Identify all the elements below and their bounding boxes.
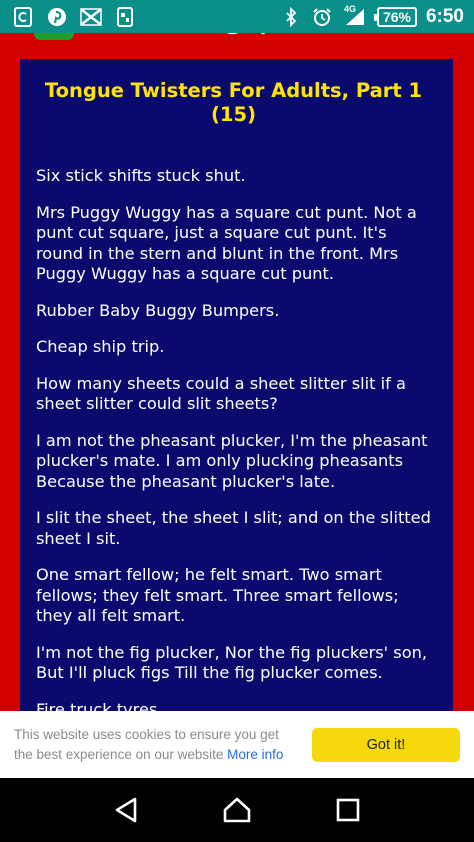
- alarm-icon: [311, 7, 333, 27]
- article-title: Tongue Twisters For Adults, Part 1 (15): [44, 79, 423, 126]
- signal-icon: 4G: [342, 3, 368, 27]
- network-type: 4G: [343, 3, 356, 14]
- ccleaner-icon: [12, 6, 34, 27]
- list-item: I slit the sheet, the sheet I slit; and …: [36, 508, 431, 548]
- more-info-link[interactable]: More info: [227, 747, 283, 762]
- cookie-message: This website uses cookies to ensure you …: [14, 725, 299, 765]
- site-header: [0, 33, 474, 43]
- back-icon[interactable]: [106, 790, 146, 830]
- messenger-icon: [80, 7, 102, 27]
- pinterest-icon: [46, 7, 68, 27]
- clock: 6:50: [425, 5, 464, 27]
- notification-icons: [12, 6, 136, 27]
- list-item: One smart fellow; he felt smart. Two sma…: [36, 565, 399, 625]
- screen: 4G 76% 6:50 Tongue Twisters For Adults, …: [0, 0, 474, 842]
- battery-indicator: 76%: [373, 6, 417, 27]
- list-item: I'm not the fig plucker, Nor the fig plu…: [36, 642, 428, 683]
- got-it-button[interactable]: Got it!: [312, 727, 460, 762]
- article-panel: Tongue Twisters For Adults, Part 1 (15) …: [20, 59, 453, 719]
- status-bar: 4G 76% 6:50: [0, 0, 474, 33]
- bluetooth-icon: [280, 6, 302, 27]
- list-item: Mrs Puggy Wuggy has a square cut punt. N…: [36, 202, 417, 284]
- site-logo-icon[interactable]: [34, 33, 74, 40]
- home-icon[interactable]: [217, 790, 257, 830]
- site-banner-logo-icon[interactable]: [183, 33, 279, 42]
- cookie-consent-banner: This website uses cookies to ensure you …: [0, 711, 474, 778]
- sim-manager-icon: [114, 6, 136, 27]
- list-item: Rubber Baby Buggy Bumpers.: [36, 300, 280, 320]
- navigation-bar: [0, 778, 474, 842]
- list-item: Cheap ship trip.: [36, 337, 165, 356]
- list-item: How many sheets could a sheet slitter sl…: [36, 373, 406, 414]
- system-status: 4G 76% 6:50: [280, 3, 464, 28]
- list-item: Six stick shifts stuck shut.: [36, 166, 246, 185]
- tongue-twister-list: Six stick shifts stuck shut. Mrs Puggy W…: [36, 166, 431, 719]
- list-item: I am not the pheasant plucker, I'm the p…: [36, 430, 428, 491]
- recents-icon[interactable]: [328, 790, 368, 830]
- web-page: Tongue Twisters For Adults, Part 1 (15) …: [0, 33, 474, 719]
